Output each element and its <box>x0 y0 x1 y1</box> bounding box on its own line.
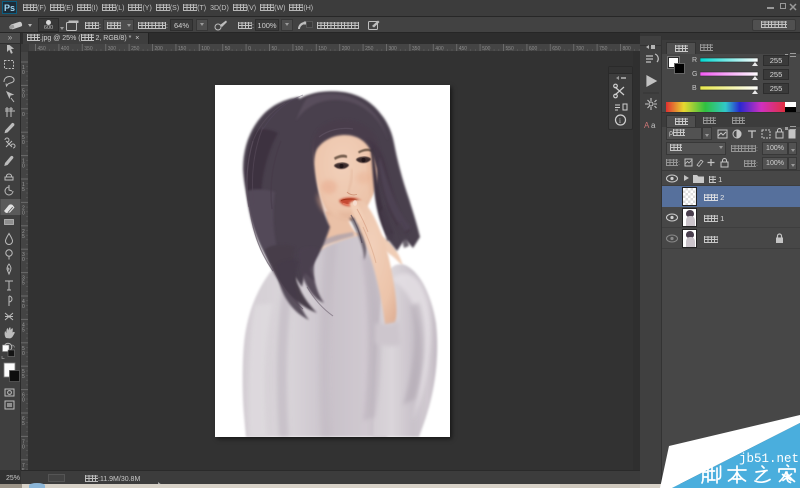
svg-text:0: 0 <box>22 351 25 357</box>
svg-text:0: 0 <box>22 93 25 99</box>
svg-text:5: 5 <box>22 234 25 240</box>
svg-text:5: 5 <box>22 327 25 333</box>
svg-text:0: 0 <box>22 164 25 170</box>
svg-text:a: a <box>651 121 656 130</box>
svg-text:0: 0 <box>22 140 25 146</box>
svg-text:jb51.net: jb51.net <box>739 452 799 466</box>
svg-text:0: 0 <box>22 70 25 76</box>
svg-text:0: 0 <box>22 257 25 263</box>
svg-text:5: 5 <box>22 187 25 193</box>
svg-text:5: 5 <box>22 281 25 287</box>
svg-text:0: 0 <box>22 112 25 118</box>
svg-text:i: i <box>619 117 621 125</box>
svg-text:5: 5 <box>22 374 25 380</box>
svg-text:5: 5 <box>22 421 25 427</box>
svg-text:0: 0 <box>22 304 25 310</box>
svg-text:A: A <box>644 121 650 130</box>
svg-text:0: 0 <box>22 398 25 404</box>
svg-text:0: 0 <box>22 210 25 216</box>
svg-text:0: 0 <box>22 444 25 450</box>
